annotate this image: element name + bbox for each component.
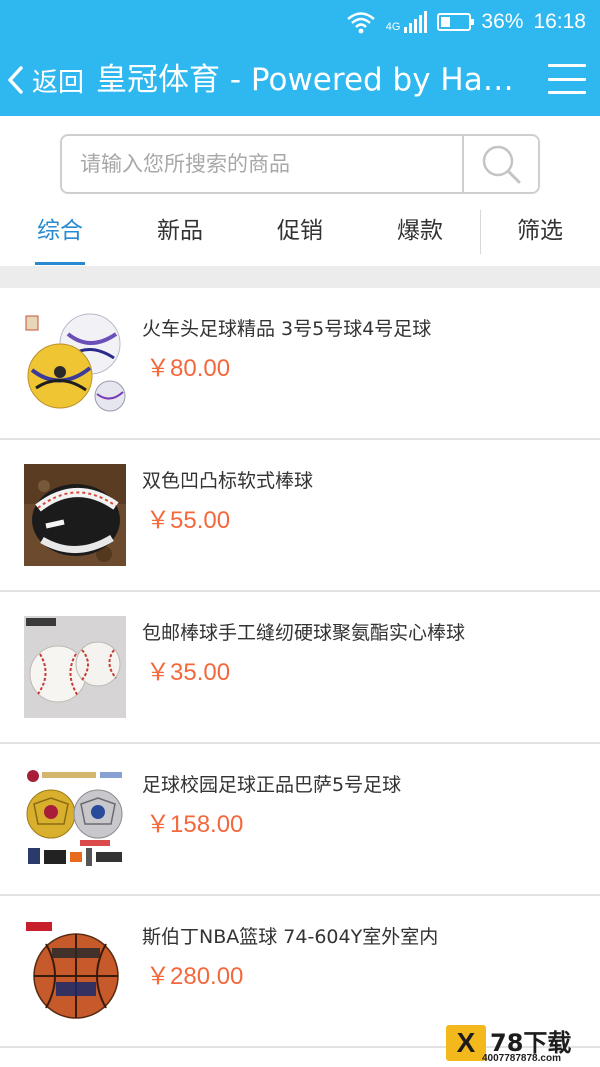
list-item[interactable]: 包邮棒球手工缝纫硬球聚氨酯实心棒球 ￥35.00 [0,592,600,744]
site-watermark: X 78下载 4007787878.com [446,1025,596,1065]
product-name: 双色凹凸标软式棒球 [142,470,314,492]
product-image-baseball [24,464,126,566]
app-header-bar: 4G 36% 16:18 返回 皇冠体育 - Powered by Hai... [0,0,600,116]
product-name: 斯伯丁NBA篮球 74-604Y室外室内 [142,926,439,948]
page-title: 皇冠体育 - Powered by Hai... [96,62,516,98]
product-name: 火车头足球精品 3号5号球4号足球 [142,318,432,340]
tab-promotion[interactable]: 促销 [240,198,360,266]
menu-button[interactable] [548,64,586,94]
chevron-left-icon [8,66,23,94]
product-price: ￥35.00 [146,659,231,686]
network-type: 4G [385,21,401,33]
product-image-basketball [24,920,126,1022]
product-image-barcelona-balls [24,768,126,870]
search-bar [60,134,540,194]
tab-new[interactable]: 新品 [120,198,240,266]
battery-icon [437,13,475,31]
hamburger-icon [548,64,586,67]
product-price: ￥55.00 [146,507,231,534]
tab-comprehensive[interactable]: 综合 [0,198,120,266]
product-price: ￥80.00 [146,355,231,382]
cell-signal-icon: 4G [386,11,428,33]
list-item[interactable]: 足球校园足球正品巴萨5号足球 ￥158.00 [0,744,600,896]
product-name: 包邮棒球手工缝纫硬球聚氨酯实心棒球 [142,622,466,644]
section-divider [0,266,600,288]
watermark-logo: X [446,1025,486,1061]
battery-percent: 36% [481,10,524,33]
tab-filter[interactable]: 筛选 [480,198,600,266]
product-price: ￥158.00 [146,811,244,838]
product-price: ￥280.00 [146,963,244,990]
list-item[interactable]: 双色凹凸标软式棒球 ￥55.00 [0,440,600,592]
list-item[interactable]: 火车头足球精品 3号5号球4号足球 ￥80.00 [0,288,600,440]
active-tab-indicator [35,262,85,265]
wifi-icon [346,10,376,34]
product-image-soccer-balls [24,312,126,414]
clock: 16:18 [533,10,586,33]
tab-hot[interactable]: 爆款 [360,198,480,266]
navigation-header: 返回 皇冠体育 - Powered by Hai... [0,44,600,116]
search-input[interactable] [62,136,464,192]
watermark-site: 4007787878.com [482,1053,561,1064]
back-label: 返回 [32,67,85,98]
product-image-white-baseballs [24,616,126,718]
product-list: 火车头足球精品 3号5号球4号足球 ￥80.00 双色凹凸标软式棒球 ￥55.0… [0,288,600,1048]
filter-tabs: 综合 新品 促销 爆款 筛选 [0,198,600,266]
search-button[interactable] [462,136,538,192]
product-name: 足球校园足球正品巴萨5号足球 [142,774,402,796]
status-bar: 4G 36% 16:18 [0,0,600,44]
search-icon [482,145,521,184]
back-button[interactable]: 返回 [6,58,84,102]
